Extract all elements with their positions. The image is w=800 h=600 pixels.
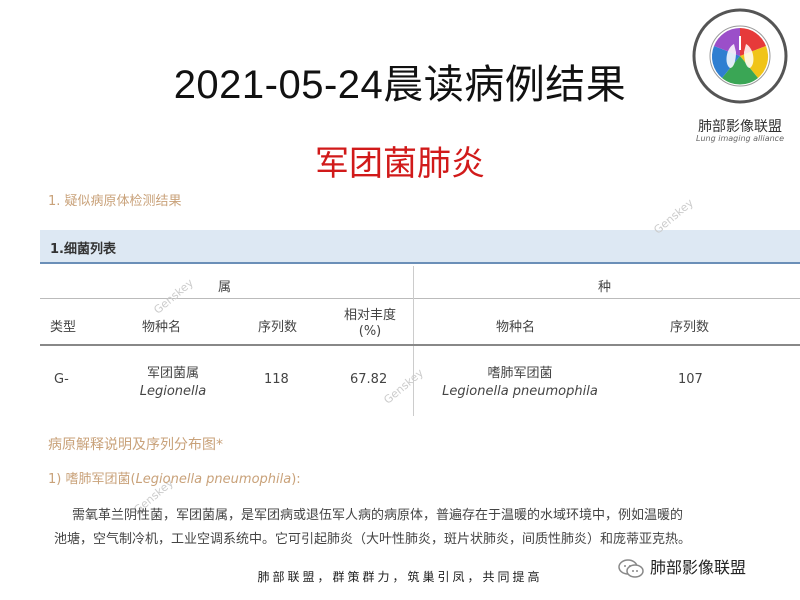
col-header-genus-name: 物种名 [142, 320, 182, 335]
logo-label: 肺部影像联盟 [698, 119, 782, 135]
table-divider [40, 298, 800, 299]
wechat-label: 肺部影像联盟 [650, 558, 747, 577]
section-heading-species: 1) 嗜肺军团菌(Legionella pneumophila): [48, 468, 301, 487]
section3-suffix: ): [291, 472, 301, 487]
col-header-type: 类型 [50, 320, 77, 335]
section-heading-explanation: 病原解释说明及序列分布图* [48, 437, 223, 453]
col-header-species-reads: 序列数 [670, 320, 710, 335]
cell-species-latin: Legionella pneumophila [442, 384, 598, 399]
cell-abundance: 67.82 [350, 372, 388, 387]
wechat-icon [618, 558, 644, 578]
section-heading-pathogen-results: 1. 疑似病原体检测结果 [48, 194, 182, 209]
section3-latin: Legionella pneumophila [135, 472, 292, 487]
cell-type: G- [54, 372, 69, 387]
group-header-species: 种 [598, 280, 612, 295]
table-header-divider [40, 344, 800, 346]
cell-genus-reads: 118 [264, 372, 289, 387]
col-header-abundance: 相对丰度 (%) [343, 308, 396, 339]
logo-label-en: Lung imaging alliance [696, 134, 784, 143]
section3-prefix: 1) 嗜肺军团菌( [48, 472, 136, 487]
page-title: 2021-05-24晨读病例结果 [173, 63, 627, 107]
table-title: 1.细菌列表 [50, 242, 116, 257]
cell-genus-latin: Legionella [139, 384, 207, 399]
wechat-account: 肺部影像联盟 [618, 554, 746, 579]
table-title-bar: 1.细菌列表 [40, 230, 800, 264]
watermark: Genskey [151, 276, 196, 317]
cell-genus-cn: 军团菌属 [146, 366, 199, 381]
col-header-genus-reads: 序列数 [258, 320, 298, 335]
watermark: Genskey [381, 366, 426, 407]
page-subtitle: 军团菌肺炎 [315, 144, 485, 184]
table-column-divider [413, 266, 414, 416]
description-line-1: 需氧革兰阴性菌，军团菌属，是军团病或退伍军人病的病原体，普遍存在于温暖的水域环境… [72, 508, 684, 523]
description-line-2: 池塘，空气制冷机，工业空调系统中。它可引起肺炎（大叶性肺炎，斑片状肺炎，间质性肺… [54, 532, 692, 547]
col-header-species-name: 物种名 [496, 320, 536, 335]
cell-species-reads: 107 [678, 372, 703, 387]
cell-species-cn: 嗜肺军团菌 [487, 366, 553, 381]
group-header-genus: 属 [218, 280, 232, 295]
